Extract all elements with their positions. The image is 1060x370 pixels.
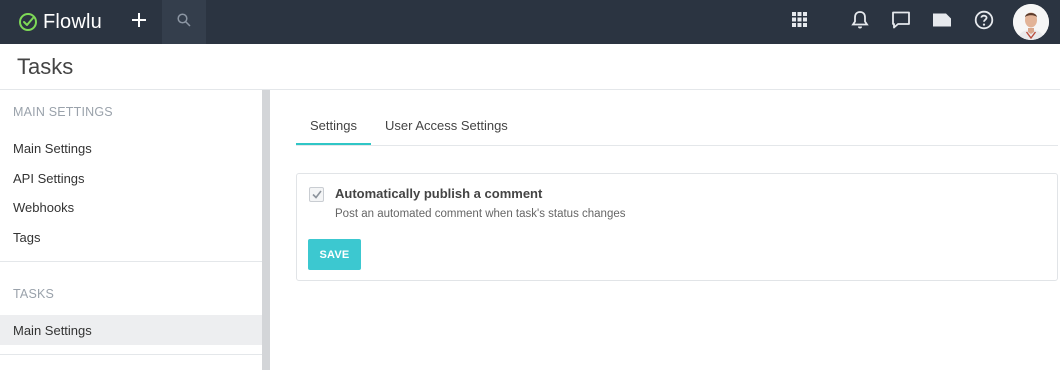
sidebar-section-title-tasks: TASKS (13, 287, 55, 301)
settings-tabs: Settings User Access Settings (296, 104, 522, 146)
plus-icon (131, 12, 147, 33)
sidebar-scrollbar[interactable] (262, 90, 270, 370)
search-button[interactable] (162, 0, 206, 44)
auto-publish-comment-description: Post an automated comment when task's st… (335, 208, 626, 220)
sidebar-divider (0, 354, 262, 355)
chat-icon (891, 10, 911, 35)
apps-button[interactable] (787, 10, 811, 34)
page-header: Tasks (0, 44, 1060, 90)
brand-logo[interactable]: Flowlu (18, 10, 102, 34)
sidebar-item-main-settings[interactable]: Main Settings (0, 133, 262, 163)
tab-user-access-settings[interactable]: User Access Settings (371, 104, 522, 146)
sidebar-item-tasks-main-settings[interactable]: Main Settings (0, 315, 262, 345)
checkmark-icon (311, 186, 322, 204)
brand-name: Flowlu (43, 10, 102, 33)
tag-icon (932, 12, 952, 33)
create-button[interactable] (126, 9, 152, 35)
tab-settings[interactable]: Settings (296, 104, 371, 146)
search-icon (177, 12, 191, 32)
tags-button[interactable] (930, 10, 954, 34)
sidebar-divider (0, 261, 262, 262)
settings-card: Automatically publish a comment Post an … (296, 173, 1058, 281)
sidebar-item-tags[interactable]: Tags (0, 222, 262, 252)
avatar[interactable] (1013, 4, 1049, 40)
sidebar-section-title-main-settings: MAIN SETTINGS (13, 105, 113, 119)
flowlu-logo-icon (18, 12, 38, 32)
settings-sidebar: MAIN SETTINGS Main Settings API Settings… (0, 90, 262, 370)
notifications-button[interactable] (848, 10, 872, 34)
auto-publish-comment-label: Automatically publish a comment (335, 186, 543, 201)
chat-button[interactable] (889, 10, 913, 34)
page-title: Tasks (17, 54, 74, 79)
tabs-divider (296, 145, 1058, 146)
sidebar-item-webhooks[interactable]: Webhooks (0, 192, 262, 222)
top-navbar: Flowlu (0, 0, 1060, 44)
bell-icon (851, 10, 869, 35)
help-icon (974, 10, 994, 35)
help-button[interactable] (972, 10, 996, 34)
save-button[interactable]: SAVE (308, 239, 361, 270)
apps-grid-icon (791, 12, 807, 32)
sidebar-item-api-settings[interactable]: API Settings (0, 163, 262, 193)
auto-publish-comment-checkbox[interactable] (309, 187, 324, 202)
